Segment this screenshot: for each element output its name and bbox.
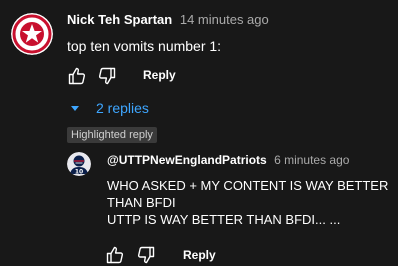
- dislike-button[interactable]: [97, 66, 117, 86]
- caret-down-icon: [71, 106, 79, 111]
- thumbs-up-icon: [68, 67, 86, 85]
- reply-avatar[interactable]: 10: [67, 152, 91, 176]
- reply-header: @UTTPNewEnglandPatriots 6 minutes ago: [107, 153, 349, 168]
- highlighted-reply-badge: Highlighted reply: [67, 127, 157, 143]
- reply-text-line: THAN BFDI: [107, 195, 176, 210]
- timestamp[interactable]: 14 minutes ago: [180, 12, 269, 27]
- like-button[interactable]: [67, 66, 87, 86]
- replies-count-label: 2 replies: [96, 100, 149, 116]
- reply-author-name[interactable]: @UTTPNewEnglandPatriots: [107, 153, 267, 167]
- reply-text: WHO ASKED + MY CONTENT IS WAY BETTER THA…: [107, 177, 388, 228]
- comment-header: Nick Teh Spartan 14 minutes ago: [67, 12, 269, 28]
- reply-text-line: UTTP IS WAY BETTER THAN BFDI... ...: [107, 212, 341, 227]
- svg-text:10: 10: [75, 169, 83, 176]
- author-name[interactable]: Nick Teh Spartan: [67, 12, 172, 27]
- reply-timestamp[interactable]: 6 minutes ago: [274, 153, 349, 167]
- comment-text: top ten vomits number 1:: [67, 38, 222, 54]
- replies-toggle[interactable]: 2 replies: [70, 99, 149, 117]
- reply-reply-button[interactable]: Reply: [183, 248, 216, 262]
- thumbs-down-icon: [98, 67, 116, 85]
- avatar[interactable]: [11, 13, 53, 55]
- reply-text-line: WHO ASKED + MY CONTENT IS WAY BETTER: [107, 178, 389, 193]
- football-player-icon: 10: [67, 152, 91, 176]
- thumbs-up-icon: [106, 246, 124, 264]
- red-star-emblem-icon: [11, 13, 53, 55]
- reply-dislike-button[interactable]: [136, 245, 156, 265]
- reply-button[interactable]: Reply: [143, 68, 176, 82]
- reply-like-button[interactable]: [105, 245, 125, 265]
- thumbs-down-icon: [137, 246, 155, 264]
